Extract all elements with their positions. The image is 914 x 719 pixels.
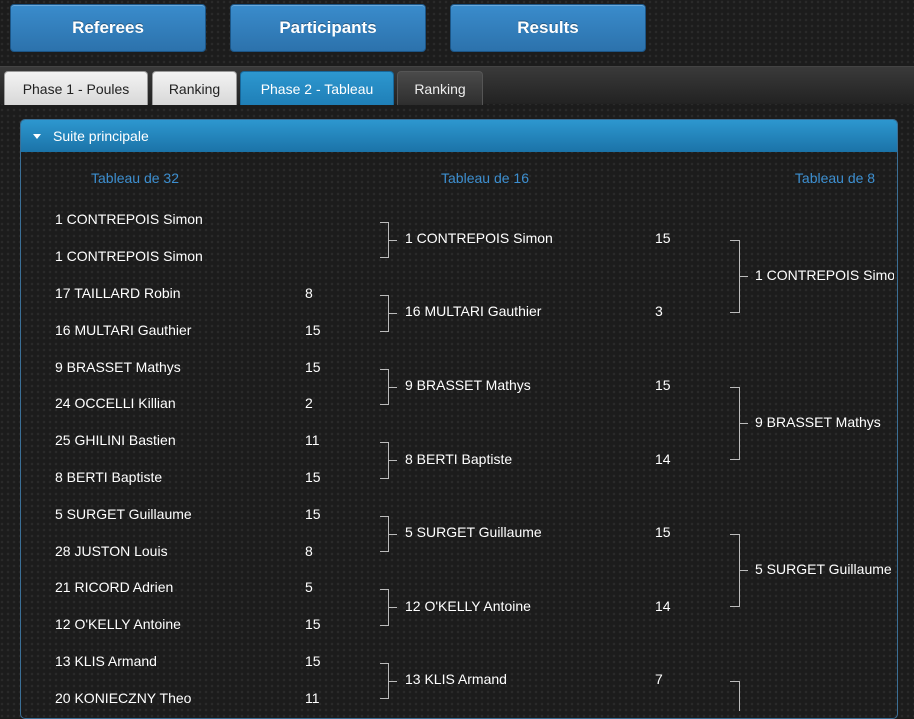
r32-score: 8 <box>305 285 313 301</box>
bracket-connector <box>730 387 740 460</box>
bracket-connector <box>380 222 389 258</box>
r16-score: 15 <box>655 230 671 246</box>
bracket-connector <box>730 240 740 313</box>
r32-entry: 17 TAILLARD Robin <box>55 285 181 301</box>
r16-score: 3 <box>655 303 663 319</box>
r16-entry: 5 SURGET Guillaume <box>405 524 542 540</box>
r32-score: 15 <box>305 359 321 375</box>
r32-entry: 13 KLIS Armand <box>55 653 157 669</box>
r32-entry: 1 CONTREPOIS Simon <box>55 211 203 227</box>
r32-entry: 5 SURGET Guillaume <box>55 506 192 522</box>
bracket-tick <box>389 534 397 535</box>
bracket-connector <box>380 369 389 405</box>
bracket-connector <box>380 295 389 332</box>
bracket-connector <box>730 681 740 711</box>
bracket-connector <box>380 589 389 626</box>
r32-score: 15 <box>305 322 321 338</box>
r32-entry: 8 BERTI Baptiste <box>55 469 163 485</box>
r32-entry: 28 JUSTON Louis <box>55 543 168 559</box>
r16-score: 14 <box>655 451 671 467</box>
r32-entry: 16 MULTARI Gauthier <box>55 322 192 338</box>
r32-entry: 12 O'KELLY Antoine <box>55 616 181 632</box>
bracket-area: Tableau de 32 Tableau de 16 Tableau de 8… <box>0 0 894 711</box>
bracket-connector <box>730 534 740 607</box>
r32-score: 15 <box>305 653 321 669</box>
column-title-8: Tableau de 8 <box>794 170 876 186</box>
r16-score: 15 <box>655 524 671 540</box>
r16-entry: 16 MULTARI Gauthier <box>405 303 542 319</box>
r32-entry: 21 RICORD Adrien <box>55 579 174 595</box>
bracket-tick <box>389 460 397 461</box>
column-title-32: Tableau de 32 <box>91 170 179 186</box>
bracket-tick <box>740 423 748 424</box>
r8-entry: 9 BRASSET Mathys <box>755 414 881 430</box>
r32-score: 11 <box>305 690 320 706</box>
r32-entry: 25 GHILINI Bastien <box>55 432 176 448</box>
r32-score: 11 <box>305 432 320 448</box>
column-title-16: Tableau de 16 <box>441 170 529 186</box>
bracket-tick <box>389 607 397 608</box>
r16-entry: 13 KLIS Armand <box>405 671 507 687</box>
r32-score: 15 <box>305 506 321 522</box>
bracket-connector <box>380 663 389 699</box>
r16-entry: 8 BERTI Baptiste <box>405 451 513 467</box>
r32-score: 15 <box>305 616 321 632</box>
r32-score: 8 <box>305 543 313 559</box>
bracket-connector <box>380 516 389 552</box>
r16-score: 15 <box>655 377 671 393</box>
r32-entry: 1 CONTREPOIS Simon <box>55 248 203 264</box>
r8-entry: 5 SURGET Guillaume <box>755 561 892 577</box>
r32-entry: 20 KONIECZNY Theo <box>55 690 192 706</box>
bracket-tick <box>389 681 397 682</box>
r32-score: 15 <box>305 469 321 485</box>
r32-score: 5 <box>305 579 313 595</box>
bracket-tick <box>389 387 397 388</box>
bracket-tick <box>740 276 748 277</box>
r16-entry: 12 O'KELLY Antoine <box>405 598 531 614</box>
r16-entry: 1 CONTREPOIS Simon <box>405 230 553 246</box>
r8-entry: 1 CONTREPOIS Simon <box>755 267 894 283</box>
bracket-connector <box>380 442 389 479</box>
r32-entry: 24 OCCELLI Killian <box>55 395 176 411</box>
r16-score: 7 <box>655 671 663 687</box>
bracket-tick <box>389 313 397 314</box>
r32-entry: 9 BRASSET Mathys <box>55 359 181 375</box>
r16-entry: 9 BRASSET Mathys <box>405 377 531 393</box>
bracket-tick <box>740 570 748 571</box>
r32-score: 2 <box>305 395 313 411</box>
r16-score: 14 <box>655 598 671 614</box>
bracket-tick <box>389 240 397 241</box>
